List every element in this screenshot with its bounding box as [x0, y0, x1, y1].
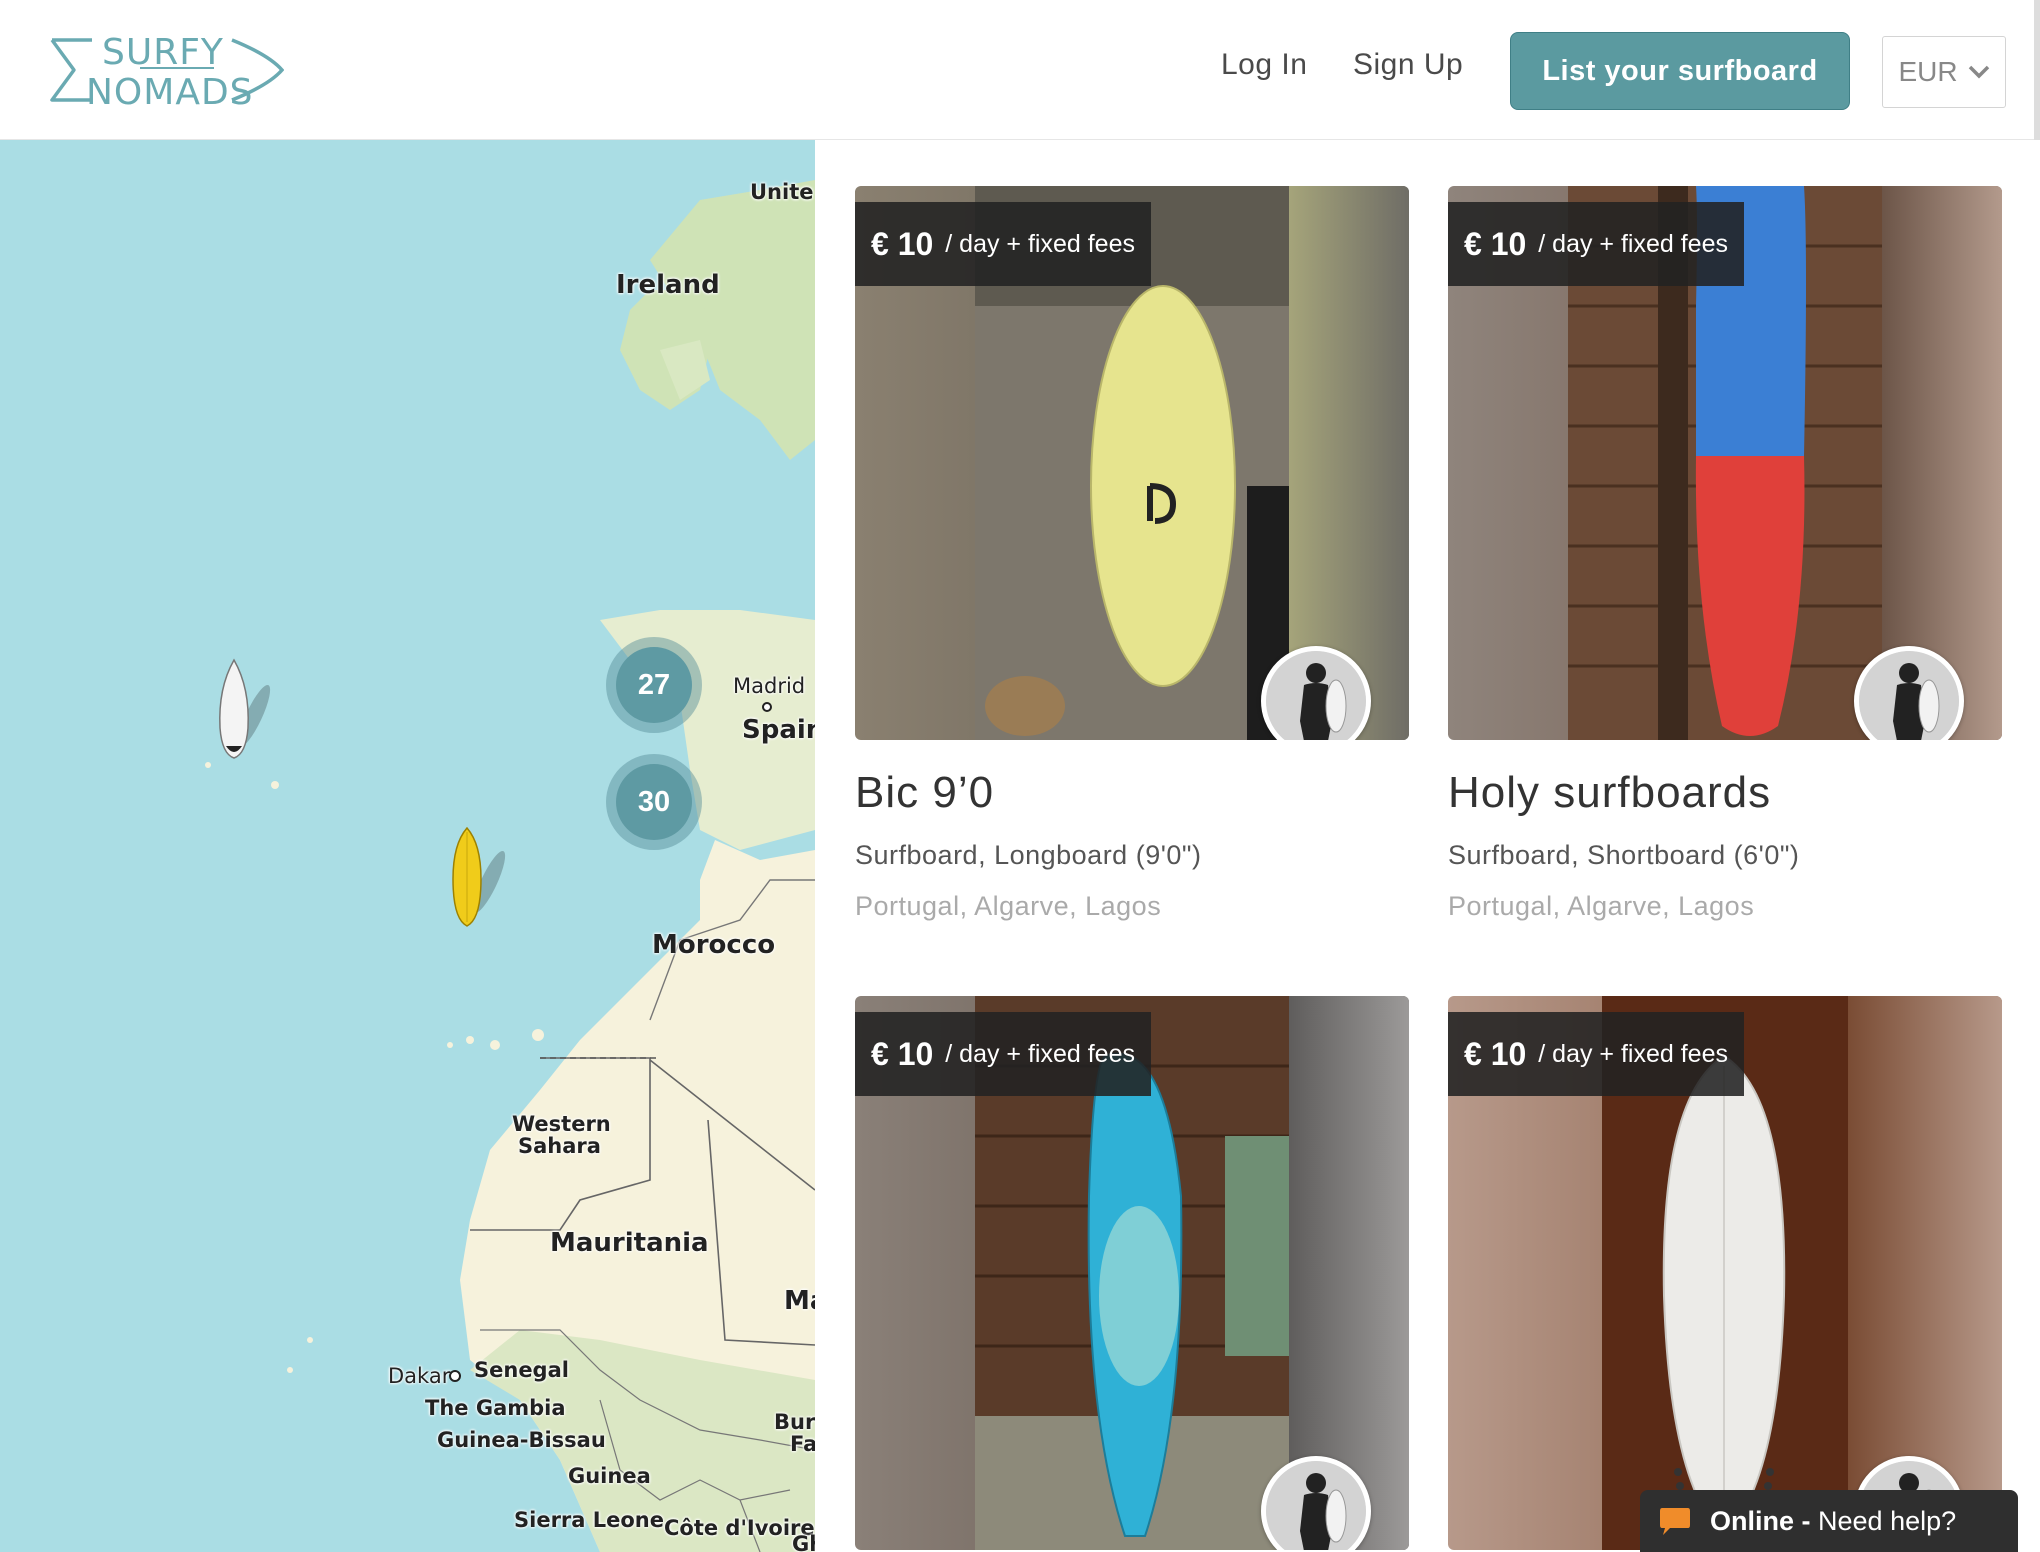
price-amount: € 10 [1464, 225, 1527, 262]
map-label-guinea-bissau: Guinea-Bissau [437, 1428, 606, 1452]
map-label-sierra-leone: Sierra Leone [514, 1508, 665, 1532]
surfer-silhouette-icon [1266, 651, 1366, 740]
live-chat-widget[interactable]: Online - Need help? [1640, 1490, 2018, 1552]
currency-value: EUR [1898, 56, 1958, 87]
price-suffix: / day + fixed fees [945, 229, 1135, 258]
map-label-mauritania: Mauritania [550, 1228, 709, 1258]
map-label-mali: Ma [784, 1286, 815, 1316]
signup-link[interactable]: Sign Up [1353, 48, 1463, 82]
map-panel[interactable]: Unite Kingdo Ireland Madrid Spain Morocc… [0, 140, 815, 1552]
price-amount: € 10 [871, 225, 934, 262]
map-label-ghana: Gh [792, 1532, 815, 1552]
map-label-burkina-2: Fa [790, 1432, 815, 1456]
price-amount: € 10 [871, 1035, 934, 1072]
svg-text:SURFY: SURFY [102, 32, 224, 73]
map-label-ireland: Ireland [616, 270, 720, 300]
yellow-surfboard-icon[interactable] [447, 824, 507, 939]
map-cluster-marker[interactable]: 27 [606, 637, 702, 733]
listing-photo[interactable]: € 10 / day + fixed fees [855, 186, 1409, 740]
surfy-nomads-logo[interactable]: SURFY NOMADS [44, 30, 285, 113]
white-surfboard-icon[interactable] [214, 658, 274, 773]
listing-location: Portugal, Algarve, Lagos [1448, 891, 1755, 921]
map-label-madrid: Madrid [733, 674, 806, 698]
listing-card[interactable]: € 10 / day + fixed fees Holy surfboards … [1448, 186, 2002, 922]
price-tag: € 10 / day + fixed fees [1448, 1012, 1744, 1096]
chat-help-text: Need help? [1818, 1505, 1957, 1536]
map-label-gambia: The Gambia [425, 1396, 566, 1420]
price-tag: € 10 / day + fixed fees [855, 1012, 1151, 1096]
listing-type: Surfboard, Shortboard (6'0") [1448, 840, 1800, 870]
svg-text:NOMADS: NOMADS [86, 72, 254, 110]
price-suffix: / day + fixed fees [945, 1039, 1135, 1068]
listing-photo[interactable]: € 10 / day + fixed fees [1448, 186, 2002, 740]
cluster-count: 30 [616, 764, 692, 840]
price-tag: € 10 / day + fixed fees [855, 202, 1151, 286]
price-amount: € 10 [1464, 1035, 1527, 1072]
map-label-spain: Spain [742, 715, 815, 745]
surfer-silhouette-icon [1266, 1461, 1366, 1550]
currency-select[interactable]: EUR [1882, 36, 2006, 108]
top-navbar: SURFY NOMADS Log In Sign Up List your su… [0, 0, 2040, 140]
listing-photo[interactable]: € 10 / day + fixed fees [1448, 996, 2002, 1550]
madrid-city-dot [762, 702, 772, 712]
map-label-senegal: Senegal [474, 1358, 569, 1382]
scrollbar-edge[interactable] [2034, 0, 2040, 140]
listing-card[interactable]: € 10 / day + fixed fees [1448, 996, 2002, 1550]
price-tag: € 10 / day + fixed fees [1448, 202, 1744, 286]
listing-card[interactable]: € 10 / day + fixed fees Bic 9’0 Surfboar… [855, 186, 1409, 922]
map-label-morocco: Morocco [652, 930, 776, 960]
map-land [205, 180, 815, 1552]
map-label-dakar: Dakar [388, 1364, 451, 1388]
map-label-uk: Unite Kingdo [750, 180, 815, 204]
listing-title[interactable]: Bic 9’0 [855, 768, 1409, 818]
chat-bubble-icon [1660, 1508, 1690, 1535]
list-surfboard-button[interactable]: List your surfboard [1510, 32, 1850, 110]
map-label-western-sahara-2: Sahara [518, 1134, 601, 1158]
dakar-city-dot [449, 1370, 461, 1382]
map-label-western-sahara-1: Western [512, 1112, 611, 1136]
listing-card[interactable]: € 10 / day + fixed fees [855, 996, 1409, 1550]
listing-location: Portugal, Algarve, Lagos [855, 891, 1162, 921]
surfer-silhouette-icon [1859, 651, 1959, 740]
listings-panel: € 10 / day + fixed fees Bic 9’0 Surfboar… [815, 140, 2040, 1552]
listing-photo[interactable]: € 10 / day + fixed fees [855, 996, 1409, 1550]
map-label-burkina-1: Burk [774, 1410, 815, 1434]
chevron-down-icon [1968, 65, 1989, 79]
cluster-count: 27 [616, 647, 692, 723]
listing-type: Surfboard, Longboard (9'0") [855, 840, 1202, 870]
login-link[interactable]: Log In [1221, 48, 1307, 82]
price-suffix: / day + fixed fees [1538, 1039, 1728, 1068]
map-label-guinea: Guinea [568, 1464, 651, 1488]
chat-online-status: Online - [1710, 1505, 1811, 1536]
map-cluster-marker[interactable]: 30 [606, 754, 702, 850]
price-suffix: / day + fixed fees [1538, 229, 1728, 258]
listing-title[interactable]: Holy surfboards [1448, 768, 2002, 818]
